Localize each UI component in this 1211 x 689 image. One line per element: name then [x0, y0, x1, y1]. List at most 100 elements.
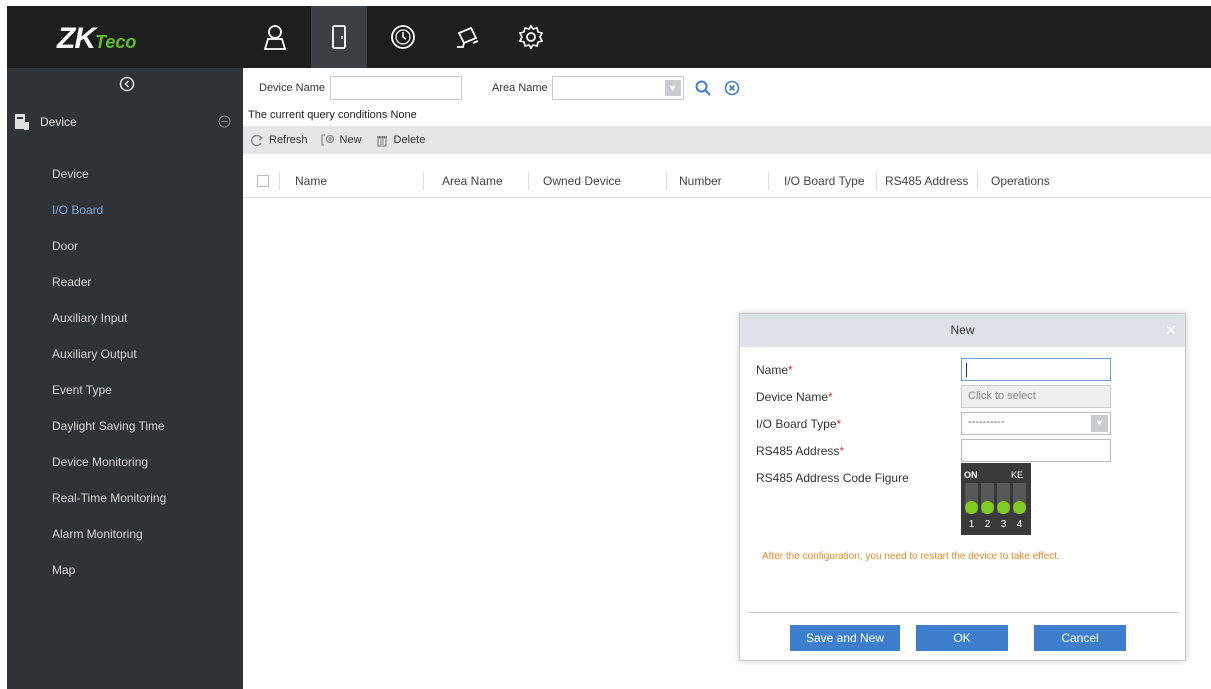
new-icon — [320, 134, 334, 146]
name-input[interactable] — [961, 358, 1111, 381]
io-board-type-value: ---------- — [968, 416, 1005, 428]
module-nav — [247, 6, 567, 68]
name-label: Name* — [756, 363, 793, 377]
search-icon[interactable] — [694, 79, 712, 97]
cancel-button[interactable]: Cancel — [1034, 625, 1126, 651]
column-rs485-address[interactable]: RS485 Address — [885, 164, 968, 198]
dialog-title: New — [950, 323, 975, 337]
sidebar-item-reader[interactable]: Reader — [7, 264, 243, 300]
dialog-titlebar: New ✕ — [740, 314, 1185, 347]
dip-switch-1 — [965, 483, 978, 514]
chevron-down-icon: ▼ — [664, 80, 681, 96]
rs485-address-label: RS485 Address* — [756, 444, 845, 458]
refresh-icon — [251, 134, 264, 147]
sidebar-item-auxiliary-output[interactable]: Auxiliary Output — [7, 336, 243, 372]
select-all-checkbox[interactable] — [257, 175, 269, 187]
logo-main: ZK — [57, 22, 96, 55]
zkteco-logo: ZKTeco — [57, 22, 207, 55]
module-attendance[interactable] — [375, 6, 431, 68]
column-divider — [666, 172, 667, 190]
dip-number-1: 1 — [968, 519, 975, 530]
column-operations[interactable]: Operations — [991, 164, 1050, 198]
module-personnel[interactable] — [247, 6, 303, 68]
chevron-down-icon: ▼ — [1091, 415, 1108, 432]
column-divider — [423, 172, 424, 190]
io-board-type-row: I/O Board Type* ---------- ▼ — [756, 412, 1180, 436]
dip-switch-2 — [981, 483, 994, 514]
dip-number-3: 3 — [1000, 519, 1007, 530]
led-icon — [981, 501, 994, 514]
led-icon — [1013, 501, 1026, 514]
restart-note: After the configuration, you need to res… — [762, 551, 1060, 562]
save-and-new-button[interactable]: Save and New — [790, 625, 900, 651]
delete-button[interactable]: Delete — [374, 133, 426, 147]
dip-switch-4 — [1013, 483, 1026, 514]
dialog-divider — [748, 612, 1179, 613]
sidebar-section-device[interactable]: Device — [7, 102, 243, 142]
dip-switch-figure: ON KE 1 2 3 4 — [961, 463, 1031, 535]
close-icon[interactable]: ✕ — [1165, 323, 1177, 337]
column-owned-device[interactable]: Owned Device — [543, 164, 621, 198]
trash-icon — [376, 136, 387, 147]
search-bar: Device Name Area Name ▼ — [243, 74, 1211, 102]
collapse-sidebar-icon[interactable] — [119, 76, 135, 92]
column-number[interactable]: Number — [679, 164, 722, 198]
device-name-input[interactable] — [330, 76, 463, 100]
device-name-label: Device Name — [259, 82, 326, 94]
rs485-address-input[interactable] — [961, 439, 1111, 462]
rs485-code-figure-label: RS485 Address Code Figure — [756, 471, 909, 485]
refresh-label: Refresh — [269, 134, 308, 146]
column-name[interactable]: Name — [295, 164, 327, 198]
dip-switch-3 — [997, 483, 1010, 514]
sidebar-item-map[interactable]: Map — [7, 552, 243, 588]
device-name-row: Device Name* Click to select — [756, 385, 1180, 409]
io-board-type-label: I/O Board Type* — [756, 417, 842, 431]
dip-ke-label: KE — [1010, 470, 1023, 480]
column-area-name[interactable]: Area Name — [442, 164, 503, 198]
toolbar: Refresh New Delete — [243, 126, 1211, 154]
clock-icon — [391, 25, 415, 49]
area-name-select[interactable]: ▼ — [551, 76, 684, 100]
device-name-selector[interactable]: Click to select — [961, 385, 1111, 408]
column-divider — [977, 172, 978, 190]
device-name-field-label: Device Name* — [756, 390, 833, 404]
device-icon — [15, 114, 29, 130]
column-divider — [279, 172, 280, 190]
dip-on-label: ON — [964, 470, 978, 480]
sidebar-item-device[interactable]: Device — [7, 156, 243, 192]
query-conditions: The current query conditions None — [248, 109, 417, 121]
text-cursor — [966, 363, 967, 377]
clear-search-icon[interactable] — [724, 80, 740, 96]
delete-label: Delete — [393, 134, 426, 146]
sidebar-item-real-time-monitoring[interactable]: Real-Time Monitoring — [7, 480, 243, 516]
area-name-label: Area Name — [492, 82, 548, 94]
refresh-button[interactable]: Refresh — [249, 133, 308, 147]
dip-number-2: 2 — [984, 519, 991, 530]
sidebar-item-auxiliary-input[interactable]: Auxiliary Input — [7, 300, 243, 336]
collapse-section-icon[interactable] — [218, 115, 231, 128]
camera-icon — [457, 26, 479, 48]
column-io-board-type[interactable]: I/O Board Type — [784, 164, 865, 198]
sidebar-item-device-monitoring[interactable]: Device Monitoring — [7, 444, 243, 480]
sidebar-item-alarm-monitoring[interactable]: Alarm Monitoring — [7, 516, 243, 552]
logo-sub: Teco — [95, 32, 137, 52]
column-divider — [876, 172, 877, 190]
sidebar-item-io-board[interactable]: I/O Board — [7, 192, 243, 228]
ok-button[interactable]: OK — [916, 625, 1008, 651]
sidebar-section-title: Device — [40, 115, 77, 129]
module-access[interactable] — [311, 6, 367, 68]
rs485-address-row: RS485 Address* — [756, 439, 1180, 463]
sidebar-item-event-type[interactable]: Event Type — [7, 372, 243, 408]
new-button[interactable]: New — [320, 133, 362, 147]
module-video[interactable] — [439, 6, 495, 68]
column-divider — [768, 172, 769, 190]
led-icon — [997, 501, 1010, 514]
gear-icon — [518, 24, 544, 50]
io-board-type-select[interactable]: ---------- ▼ — [961, 412, 1111, 435]
dip-number-4: 4 — [1016, 519, 1023, 530]
top-bar: ZKTeco — [7, 6, 1211, 68]
module-system[interactable] — [503, 6, 559, 68]
sidebar-item-door[interactable]: Door — [7, 228, 243, 264]
sidebar-item-daylight-saving-time[interactable]: Daylight Saving Time — [7, 408, 243, 444]
sidebar: Device Device I/O Board Door Reader Auxi… — [7, 68, 243, 689]
